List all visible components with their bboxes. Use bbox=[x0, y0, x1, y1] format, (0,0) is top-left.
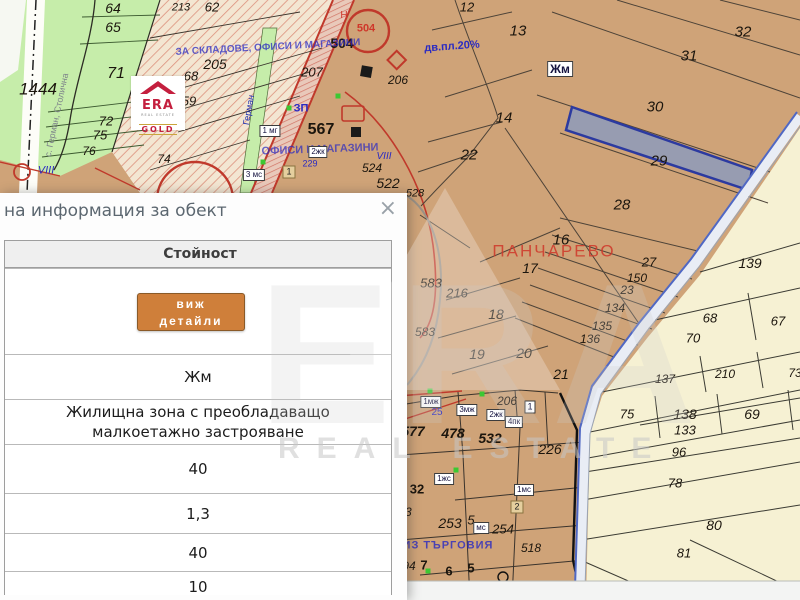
table-header-value-column: Стойност bbox=[5, 241, 391, 268]
close-icon[interactable]: × bbox=[379, 196, 397, 221]
table-row-zone-code: Жм bbox=[5, 354, 391, 399]
era-logo-tier: GOLD bbox=[139, 124, 176, 135]
era-logo-subtitle: REAL ESTATE bbox=[131, 113, 185, 117]
era-gold-logo: ERA REAL ESTATE GOLD bbox=[131, 76, 185, 130]
screenshot-stage: 646571144472757674685920562213504504Н207… bbox=[0, 0, 800, 600]
era-logo-brand: ERA bbox=[131, 99, 185, 112]
attribute-table: Стойност виж детайли Жм Жилищна зона с п… bbox=[4, 240, 392, 595]
view-details-line1: виж bbox=[176, 297, 205, 311]
table-row: виж детайли bbox=[5, 268, 391, 354]
era-logo-roof-icon bbox=[138, 80, 178, 95]
view-details-button[interactable]: виж детайли bbox=[137, 293, 245, 331]
table-row-value-4: 10 bbox=[5, 571, 391, 595]
object-info-panel: на информация за обект × Стойност виж де… bbox=[0, 193, 407, 600]
panel-title: на информация за обект bbox=[4, 201, 227, 221]
table-row-zone-description: Жилищна зона с преобладаващо малкоетажно… bbox=[5, 399, 391, 444]
table-row-value-3: 40 bbox=[5, 533, 391, 571]
view-details-line2: детайли bbox=[159, 314, 222, 328]
table-row-value-1: 40 bbox=[5, 444, 391, 493]
table-row-value-2: 1,3 bbox=[5, 493, 391, 533]
